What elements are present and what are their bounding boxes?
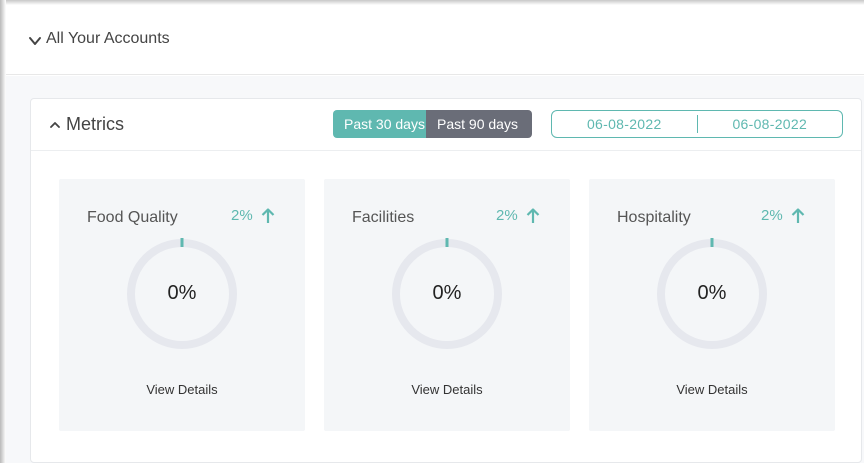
metric-change: 2% <box>761 207 805 224</box>
metric-change: 2% <box>496 207 540 224</box>
start-date[interactable]: 06-08-2022 <box>552 116 697 132</box>
metric-name: Food Quality <box>87 209 178 226</box>
change-value: 2% <box>496 207 518 224</box>
date-range-picker[interactable]: 06-08-2022 06-08-2022 <box>551 110 843 138</box>
view-details-link[interactable]: View Details <box>59 382 305 397</box>
metric-card-facilities: Facilities 2% 0% View Details <box>324 179 570 431</box>
view-details-link[interactable]: View Details <box>589 382 835 397</box>
accounts-header[interactable]: All Your Accounts <box>6 5 864 75</box>
change-value: 2% <box>761 207 783 224</box>
metric-percentage: 0% <box>432 282 462 304</box>
chevron-down-icon[interactable] <box>28 34 42 48</box>
arrow-up-icon <box>261 207 274 223</box>
arrow-up-icon <box>526 207 539 223</box>
metric-percentage: 0% <box>167 282 197 304</box>
metric-change: 2% <box>231 207 275 224</box>
past-90-days-button[interactable]: Past 90 days <box>426 110 532 138</box>
metric-percentage: 0% <box>697 282 727 304</box>
date-range-toggle: Past 30 days Past 90 days <box>333 110 532 138</box>
metric-card-hospitality: Hospitality 2% 0% View Details <box>589 179 835 431</box>
metric-card-food-quality: Food Quality 2% 0% View Details <box>59 179 305 431</box>
past-30-days-button[interactable]: Past 30 days <box>333 110 426 138</box>
change-value: 2% <box>231 207 253 224</box>
view-details-link[interactable]: View Details <box>324 382 570 397</box>
metrics-title: Metrics <box>66 114 124 134</box>
metric-name: Facilities <box>352 209 415 226</box>
end-date[interactable]: 06-08-2022 <box>698 116 843 132</box>
metrics-header: Metrics Past 30 days Past 90 days 06-08-… <box>31 99 861 151</box>
metrics-panel: Metrics Past 30 days Past 90 days 06-08-… <box>30 98 862 463</box>
arrow-up-icon <box>791 207 804 223</box>
chevron-up-icon[interactable] <box>49 119 61 131</box>
accounts-title: All Your Accounts <box>46 30 170 47</box>
metric-name: Hospitality <box>617 209 691 226</box>
